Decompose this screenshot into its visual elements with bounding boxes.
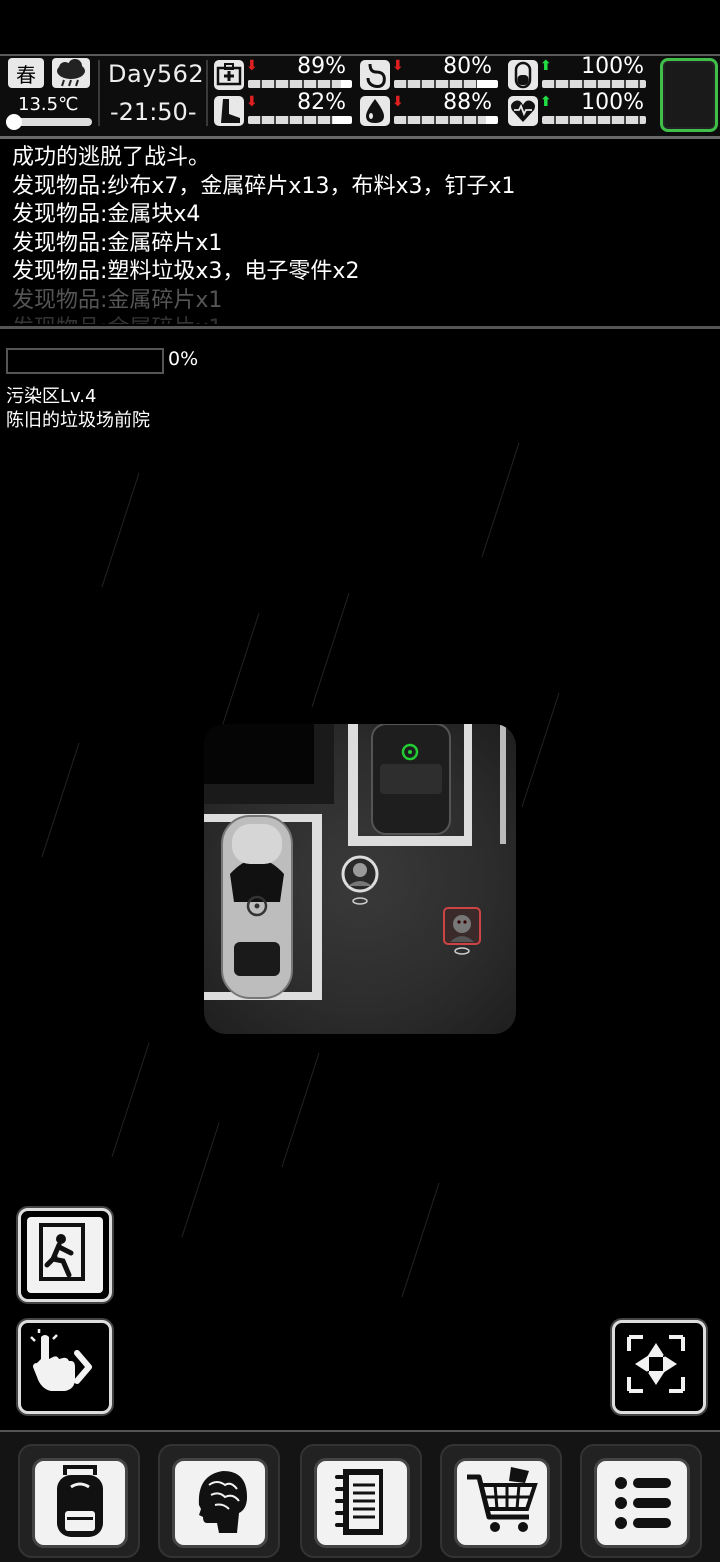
- season-label: 春: [16, 62, 36, 87]
- log-line: 发现物品:金属碎片x1: [12, 315, 712, 324]
- exit-button[interactable]: [18, 1208, 112, 1302]
- menu-button[interactable]: [580, 1444, 702, 1558]
- log-line: 发现物品:塑料垃圾x3，电子零件x2: [12, 259, 360, 284]
- mood-bar-fill: [542, 80, 646, 88]
- spirit-bar-fill: [542, 116, 646, 124]
- rain-streak: [311, 592, 350, 708]
- exit-icon: [27, 1217, 103, 1293]
- health-bar-fill: [248, 80, 341, 88]
- log-line: 发现物品:金属块x4: [12, 202, 201, 227]
- spirit-value: 100%: [581, 90, 644, 115]
- map-view[interactable]: [204, 724, 516, 1034]
- stamina-bar: [248, 116, 352, 124]
- rain-streak: [281, 1052, 320, 1168]
- exploration-progress-bar: [6, 348, 164, 374]
- zone-level: 污染区Lv.4: [6, 386, 97, 407]
- thirst-bar: [394, 116, 498, 124]
- thirst-value: 88%: [443, 90, 492, 115]
- rain-cloud-icon: [52, 58, 90, 88]
- shopping-cart-icon: [454, 1458, 550, 1548]
- message-log: 成功的逃脱了战斗。 发现物品:纱布x7，金属碎片x13，布料x3，钉子x1 发现…: [12, 144, 712, 324]
- rain-streak: [221, 612, 260, 728]
- notebook-icon: [314, 1458, 410, 1548]
- journal-button[interactable]: [300, 1444, 422, 1558]
- quick-item-slot[interactable]: [660, 58, 718, 132]
- log-divider: [0, 326, 720, 329]
- stamina-value: 82%: [297, 90, 346, 115]
- map-scene: [204, 724, 506, 1000]
- log-line: 发现物品:金属碎片x1: [12, 287, 223, 313]
- stamina-bar-fill: [248, 116, 334, 124]
- season-badge: 春: [8, 58, 44, 88]
- skills-button[interactable]: [158, 1444, 280, 1558]
- crosshair-arrows-icon: [621, 1329, 697, 1405]
- rain-streak: [521, 692, 560, 808]
- log-line: 发现物品:金属碎片x1: [12, 230, 223, 256]
- log-line: 发现物品:纱布x7，金属碎片x13，布料x3，钉子x1: [12, 173, 516, 199]
- brain-icon: [172, 1458, 268, 1548]
- rain-streak: [101, 472, 140, 588]
- interact-button[interactable]: [18, 1320, 112, 1414]
- location-name: 陈旧的垃圾场前院: [6, 410, 150, 431]
- rain-streak: [401, 1182, 440, 1298]
- hunger-bar: [394, 80, 498, 88]
- backpack-button[interactable]: [18, 1444, 140, 1558]
- thermometer-icon: [6, 114, 22, 130]
- tap-arrow-icon: [27, 1329, 103, 1405]
- rain-streak: [41, 742, 80, 858]
- thirst-bar-fill: [394, 116, 486, 124]
- hunger-bar-fill: [394, 80, 478, 88]
- rain-streak: [111, 1042, 150, 1158]
- health-value: 89%: [297, 54, 346, 79]
- backpack-icon: [32, 1458, 128, 1548]
- exploration-progress-text: 0%: [168, 348, 199, 370]
- health-bar: [248, 80, 352, 88]
- clock-time: -21:50-: [110, 98, 197, 126]
- spirit-bar: [542, 116, 646, 124]
- mood-value: 100%: [581, 54, 644, 79]
- rain-streak: [181, 1122, 220, 1238]
- mood-bar: [542, 80, 646, 88]
- recenter-button[interactable]: [612, 1320, 706, 1414]
- hud-divider: [206, 60, 208, 126]
- menu-icon: [594, 1458, 690, 1548]
- log-line: 成功的逃脱了战斗。: [12, 145, 211, 170]
- day-counter: Day562: [108, 60, 205, 88]
- temperature-text: 13.5℃: [18, 94, 79, 115]
- rain-streak: [481, 442, 520, 558]
- shop-button[interactable]: [440, 1444, 562, 1558]
- hud-divider: [98, 60, 100, 126]
- hunger-value: 80%: [443, 54, 492, 79]
